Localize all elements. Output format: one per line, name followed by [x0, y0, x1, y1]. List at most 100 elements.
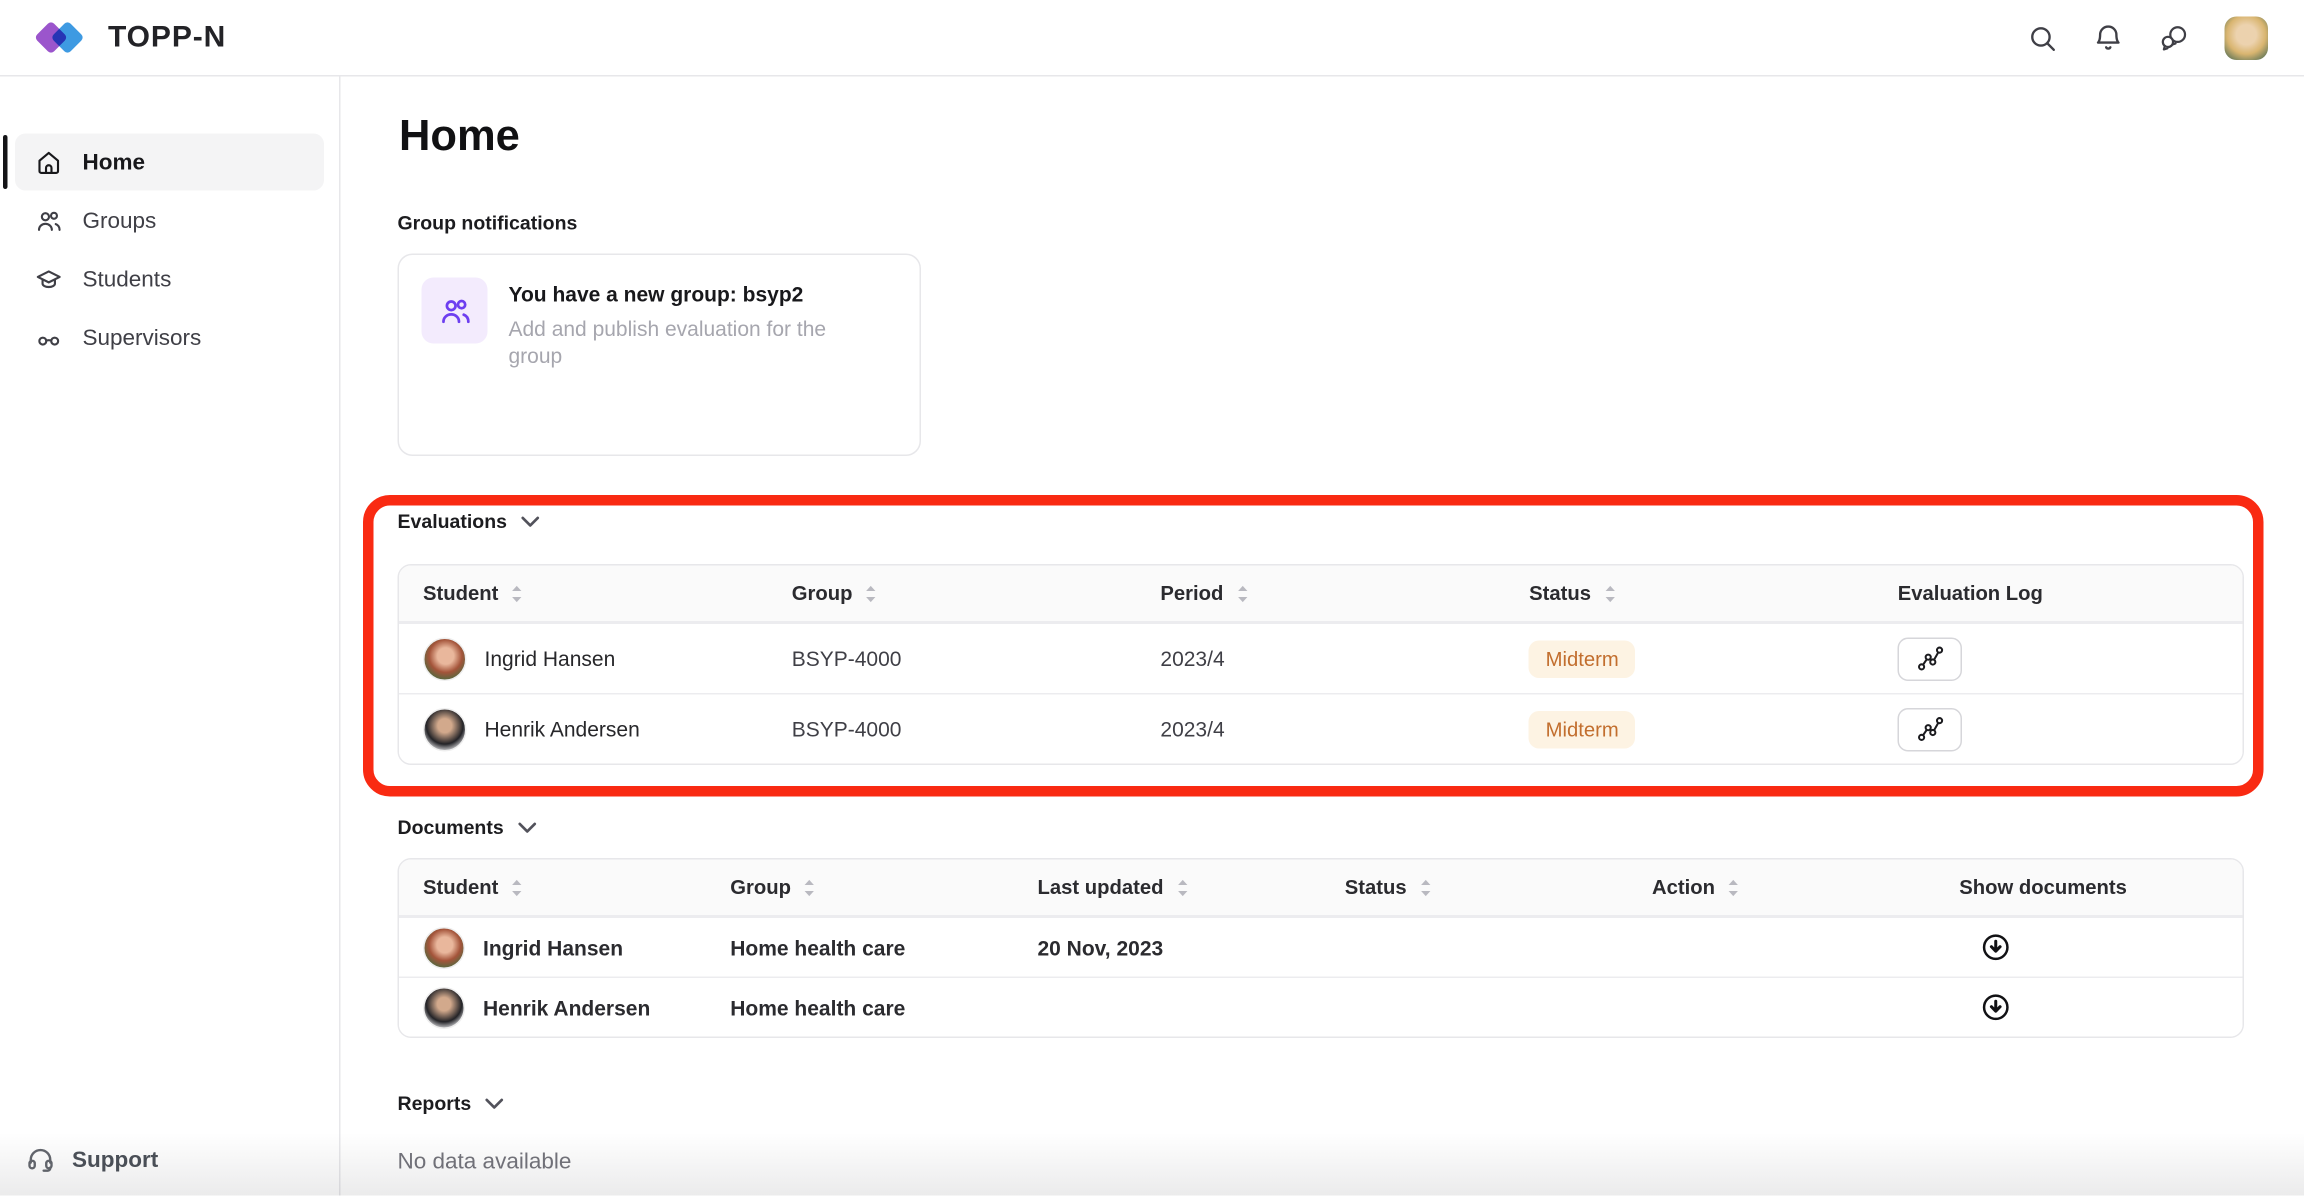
notification-icon-tile: [422, 278, 488, 344]
sidebar-item-label: Students: [83, 266, 172, 292]
logo-diamonds-icon: [36, 15, 90, 60]
evaluation-log-button[interactable]: [1898, 707, 1963, 751]
student-name: Henrik Andersen: [483, 995, 650, 1019]
student-cell: Henrik Andersen: [399, 707, 768, 751]
search-icon[interactable]: [2027, 22, 2059, 54]
sidebar-item-groups[interactable]: Groups: [15, 192, 324, 249]
avatar: [423, 707, 467, 751]
notification-description: Add and publish evaluation for the group: [509, 315, 866, 370]
logo-text: TOPP-N: [108, 20, 226, 55]
sort-icon[interactable]: [1174, 877, 1191, 898]
show-documents-cell: [1935, 992, 2242, 1024]
evaluation-log-cell: [1874, 707, 2243, 751]
group-cell: BSYP-4000: [768, 717, 1137, 741]
column-header-evaluation-log: Evaluation Log: [1874, 582, 2243, 605]
group-cell: BSYP-4000: [768, 647, 1137, 671]
graduation-cap-icon: [35, 265, 64, 294]
headset-icon: [26, 1145, 56, 1175]
section-group-notifications: Group notifications: [398, 212, 2304, 235]
status-cell: Midterm: [1505, 710, 1874, 748]
student-name: Ingrid Hansen: [485, 647, 616, 671]
student-cell: Ingrid Hansen: [399, 926, 706, 968]
period-cell: 2023/4: [1136, 717, 1505, 741]
sidebar-item-label: Home: [83, 149, 146, 175]
reports-empty-text: No data available: [398, 1149, 2304, 1175]
chevron-down-icon[interactable]: [520, 515, 540, 527]
notification-card[interactable]: You have a new group: bsyp2 Add and publ…: [398, 254, 922, 457]
table-row: Henrik Andersen BSYP-4000 2023/4 Midterm: [399, 693, 2243, 764]
sidebar-item-students[interactable]: Students: [15, 251, 324, 308]
sidebar-item-label: Groups: [83, 208, 157, 234]
glasses-icon: [35, 323, 64, 352]
notification-title: You have a new group: bsyp2: [509, 282, 866, 306]
student-name: Ingrid Hansen: [483, 935, 623, 959]
section-documents: Documents: [398, 816, 2304, 839]
support-label: Support: [72, 1147, 158, 1173]
download-button[interactable]: [1980, 992, 2012, 1024]
column-header-status[interactable]: Status: [1321, 876, 1628, 899]
evaluations-table: Student Group Period Status Evaluation L…: [398, 564, 2245, 765]
evaluations-table-header: Student Group Period Status Evaluation L…: [399, 566, 2243, 623]
sidebar-item-label: Supervisors: [83, 325, 202, 351]
sidebar: Home Groups Students Supervisors: [0, 77, 341, 1196]
logo[interactable]: TOPP-N: [36, 15, 226, 60]
messages-icon[interactable]: [2159, 22, 2191, 54]
sort-icon[interactable]: [801, 877, 818, 898]
notification-text: You have a new group: bsyp2 Add and publ…: [509, 278, 866, 370]
activity-graph-icon: [1917, 716, 1944, 743]
people-icon: [437, 293, 472, 328]
sort-icon[interactable]: [1417, 877, 1434, 898]
student-cell: Ingrid Hansen: [399, 637, 768, 681]
avatar: [423, 926, 465, 968]
period-cell: 2023/4: [1136, 647, 1505, 671]
column-header-status[interactable]: Status: [1505, 582, 1874, 605]
app-window: TOPP-N Home: [0, 0, 2304, 1196]
section-reports: Reports: [398, 1092, 2304, 1115]
sidebar-item-supervisors[interactable]: Supervisors: [15, 309, 324, 366]
group-cell: Home health care: [706, 935, 1013, 959]
activity-graph-icon: [1917, 645, 1944, 672]
sidebar-item-support[interactable]: Support: [26, 1145, 159, 1175]
column-header-group[interactable]: Group: [706, 876, 1013, 899]
column-header-period[interactable]: Period: [1136, 582, 1505, 605]
sort-icon[interactable]: [1725, 877, 1742, 898]
table-row: Ingrid Hansen BSYP-4000 2023/4 Midterm: [399, 623, 2243, 694]
student-name: Henrik Andersen: [485, 717, 640, 741]
chevron-down-icon[interactable]: [517, 821, 537, 833]
sidebar-item-home[interactable]: Home: [15, 134, 324, 191]
user-avatar[interactable]: [2225, 16, 2269, 60]
group-notifications-label: Group notifications: [398, 212, 578, 235]
sort-icon[interactable]: [1601, 583, 1618, 604]
column-header-group[interactable]: Group: [768, 582, 1137, 605]
documents-table-header: Student Group Last updated Status Action…: [399, 860, 2243, 917]
documents-table: Student Group Last updated Status Action…: [398, 858, 2245, 1038]
table-row: Henrik Andersen Home health care: [399, 977, 2243, 1037]
last-updated-cell: 20 Nov, 2023: [1013, 935, 1320, 959]
sort-icon[interactable]: [509, 583, 526, 604]
section-evaluations: Evaluations: [398, 510, 2304, 533]
evaluation-log-button[interactable]: [1898, 637, 1963, 681]
status-badge: Midterm: [1529, 640, 1635, 678]
download-circle-icon: [1980, 932, 2012, 964]
column-header-action[interactable]: Action: [1628, 876, 1935, 899]
page-title: Home: [399, 113, 2304, 163]
main-content: Home Group notifications You have a new …: [342, 77, 2304, 1196]
evaluations-label: Evaluations: [398, 510, 507, 533]
column-header-last-updated[interactable]: Last updated: [1013, 876, 1320, 899]
top-actions: [2027, 16, 2269, 60]
download-button[interactable]: [1980, 932, 2012, 964]
column-header-student[interactable]: Student: [399, 582, 768, 605]
sort-icon[interactable]: [1234, 583, 1251, 604]
evaluation-log-cell: [1874, 637, 2243, 681]
avatar: [423, 637, 467, 681]
avatar: [423, 986, 465, 1028]
student-cell: Henrik Andersen: [399, 986, 706, 1028]
column-header-student[interactable]: Student: [399, 876, 706, 899]
sort-icon[interactable]: [863, 583, 880, 604]
chevron-down-icon[interactable]: [485, 1097, 505, 1109]
table-row: Ingrid Hansen Home health care 20 Nov, 2…: [399, 917, 2243, 977]
sort-icon[interactable]: [509, 877, 526, 898]
notifications-bell-icon[interactable]: [2093, 22, 2125, 54]
group-cell: Home health care: [706, 995, 1013, 1019]
documents-label: Documents: [398, 816, 504, 839]
